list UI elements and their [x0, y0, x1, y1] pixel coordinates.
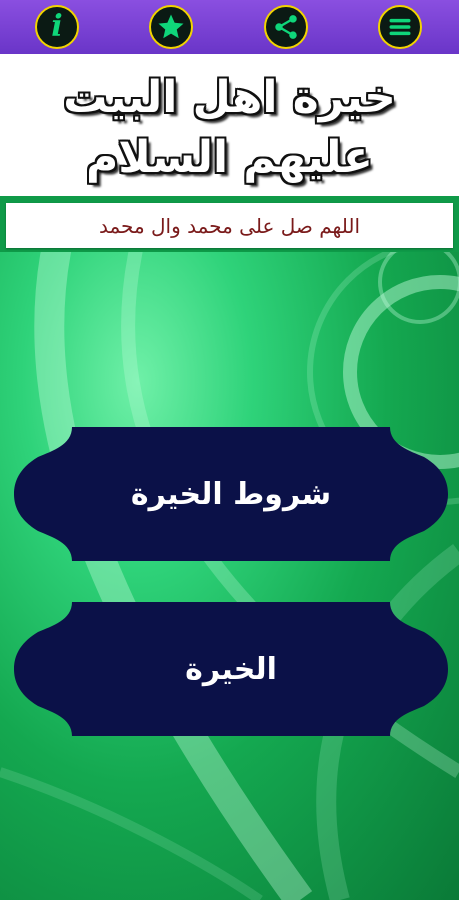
share-icon: [275, 15, 297, 39]
menu-button[interactable]: [378, 5, 422, 49]
salawat-text: اللهم صل على محمد وال محمد: [98, 213, 361, 238]
top-toolbar: i: [0, 0, 459, 54]
title-area: خيرة اهل البيت عليهم السلام: [0, 54, 459, 196]
menu-icon: [389, 18, 411, 36]
istikhara-button[interactable]: الخيرة: [14, 602, 448, 736]
salawat-banner: اللهم صل على محمد وال محمد: [6, 203, 453, 248]
conditions-button[interactable]: شروط الخيرة: [14, 427, 448, 561]
conditions-button-label: شروط الخيرة: [130, 476, 332, 512]
star-icon: [158, 14, 184, 39]
app-title-line2: عليهم السلام: [86, 132, 373, 183]
background: [0, 252, 459, 900]
info-icon: i: [51, 9, 63, 44]
rate-button[interactable]: [149, 5, 193, 49]
istikhara-button-label: الخيرة: [185, 651, 277, 687]
app-title-line1: خيرة اهل البيت: [63, 72, 396, 123]
share-button[interactable]: [264, 5, 308, 49]
background-swirls: [0, 252, 459, 900]
info-button[interactable]: i: [35, 5, 79, 49]
